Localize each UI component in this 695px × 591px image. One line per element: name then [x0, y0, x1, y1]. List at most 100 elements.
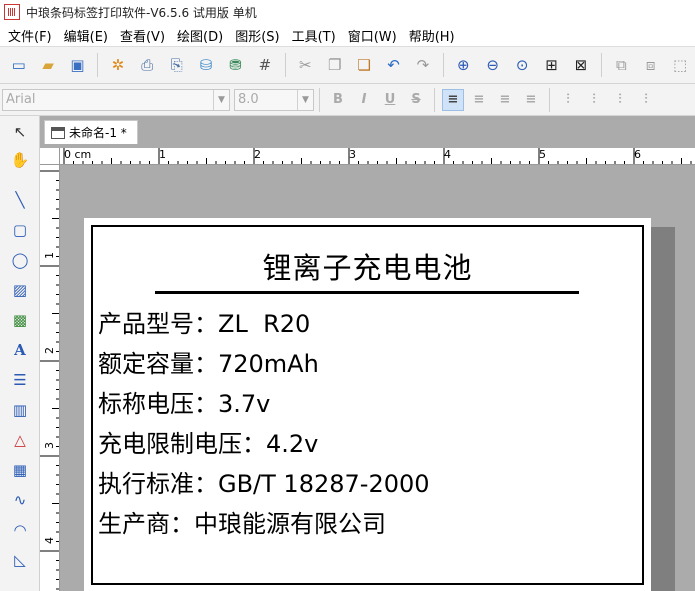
ruler-label: 1	[43, 252, 56, 259]
zoom-out-icon[interactable]: ⊖	[481, 53, 504, 77]
grid-icon[interactable]: #	[253, 53, 276, 77]
chevron-down-icon[interactable]: ▼	[213, 89, 229, 110]
menu-shape[interactable]: 图形(S)	[231, 26, 283, 45]
document-icon	[51, 126, 65, 139]
select-pointer-icon[interactable]: ↖	[8, 120, 32, 144]
toolbar-separator	[319, 87, 320, 112]
ruler-label: 3	[349, 148, 356, 161]
menu-tools[interactable]: 工具(T)	[288, 26, 340, 45]
database-icon[interactable]: ⛁	[194, 53, 217, 77]
ruler-label: 2	[254, 148, 261, 161]
label-text-capacity[interactable]: 额定容量：720mAh	[98, 349, 319, 379]
ungroup-icon[interactable]: ⧈	[639, 53, 662, 77]
menu-view[interactable]: 查看(V)	[116, 26, 169, 45]
align-objects-bottom-icon[interactable]: ⫶	[635, 89, 657, 111]
vertical-ruler: 1 2 3 4	[40, 165, 60, 591]
image-tool-icon[interactable]: ▨	[8, 278, 32, 302]
document-area: 未命名-1 * 0 cm 1 2 3 4 5 6 1 2 3 4 锂离子充电电池…	[40, 116, 695, 591]
paste-icon[interactable]: ❏	[352, 53, 375, 77]
group-icon[interactable]: ⧉	[610, 53, 633, 77]
qrcode-tool-icon[interactable]: ▦	[8, 458, 32, 482]
underline-button[interactable]: U	[379, 89, 401, 111]
ruler-label: 0 cm	[64, 148, 92, 161]
copy-icon[interactable]: ❐	[323, 53, 346, 77]
toolbar-separator	[600, 53, 602, 77]
ruler-label: 4	[444, 148, 451, 161]
tab-document[interactable]: 未命名-1 *	[44, 120, 138, 144]
label-text-manufacturer[interactable]: 生产商：中琅能源有限公司	[98, 509, 386, 539]
barcode-tool-icon[interactable]: ▥	[8, 398, 32, 422]
polygon-tool-icon[interactable]: ◺	[8, 548, 32, 572]
database-settings-icon[interactable]: ⛃	[224, 53, 247, 77]
align-objects-center-icon[interactable]: ⫶	[583, 89, 605, 111]
bold-button[interactable]: B	[327, 89, 349, 111]
fit-page-icon[interactable]: ⊞	[540, 53, 563, 77]
horizontal-ruler: 0 cm 1 2 3 4 5 6	[60, 148, 695, 165]
cut-icon[interactable]: ✂	[294, 53, 317, 77]
align-right-icon[interactable]: ≡	[494, 89, 516, 111]
label-text-model[interactable]: 产品型号：ZL R20	[98, 309, 310, 339]
font-family-select[interactable]: Arial ▼	[2, 88, 230, 111]
ruler-ticks	[40, 170, 59, 590]
menu-edit[interactable]: 编辑(E)	[60, 26, 112, 45]
ruler-label: 6	[634, 148, 641, 161]
italic-button[interactable]: I	[353, 89, 375, 111]
line-tool-icon[interactable]: ╲	[8, 188, 32, 212]
open-folder-icon[interactable]: ▰	[36, 53, 59, 77]
curve-tool-icon[interactable]: ∿	[8, 488, 32, 512]
toolbar-separator	[549, 87, 550, 112]
fit-width-icon[interactable]: ⊠	[569, 53, 592, 77]
print-icon[interactable]: ⎙	[136, 53, 159, 77]
label-text-voltage[interactable]: 标称电压：3.7v	[98, 389, 270, 419]
strikethrough-button[interactable]: S	[405, 89, 427, 111]
window-title: 中琅条码标签打印软件-V6.5.6 试用版 单机	[26, 5, 257, 20]
ruler-corner	[40, 148, 60, 165]
chevron-down-icon[interactable]: ▼	[297, 89, 313, 110]
label-border-rectangle[interactable]: 锂离子充电电池 产品型号：ZL R20 额定容量：720mAh 标称电压：3.7…	[91, 225, 644, 585]
design-canvas[interactable]: 锂离子充电电池 产品型号：ZL R20 额定容量：720mAh 标称电压：3.7…	[60, 165, 695, 591]
print-preview-icon[interactable]: ⎘	[165, 53, 188, 77]
ruler-label: 3	[43, 442, 56, 449]
font-size-select[interactable]: 8.0 ▼	[234, 88, 314, 111]
arc-tool-icon[interactable]: ◠	[8, 518, 32, 542]
font-family-value: Arial	[6, 92, 36, 107]
menu-file[interactable]: 文件(F)	[4, 26, 56, 45]
pan-tool-icon[interactable]: ✋	[8, 148, 32, 172]
text-tool-icon[interactable]: A	[8, 338, 32, 362]
label-title-text[interactable]: 锂离子充电电池	[93, 245, 642, 287]
zoom-fit-icon[interactable]: ⊙	[510, 53, 533, 77]
align-justify-icon[interactable]: ≡	[520, 89, 542, 111]
menu-help[interactable]: 帮助(H)	[405, 26, 459, 45]
picture-tool-icon[interactable]: ▩	[8, 308, 32, 332]
new-document-icon[interactable]: ▭	[7, 53, 30, 77]
tool-palette: ↖ ✋ ╲ ▢ ◯ ▨ ▩ A ☰ ▥ △ ▦ ∿ ◠ ◺	[0, 116, 40, 591]
title-bar: 中琅条码标签打印软件-V6.5.6 试用版 单机	[0, 0, 695, 24]
label-paper[interactable]: 锂离子充电电池 产品型号：ZL R20 额定容量：720mAh 标称电压：3.7…	[84, 218, 651, 591]
format-toolbar: Arial ▼ 8.0 ▼ B I U S ≡ ≡ ≡ ≡ ⫶ ⫶ ⫶ ⫶	[0, 84, 695, 116]
ruler-ticks	[63, 148, 692, 164]
redo-icon[interactable]: ↷	[411, 53, 434, 77]
more-icon[interactable]: ⬚	[668, 53, 691, 77]
label-text-charge-limit[interactable]: 充电限制电压：4.2v	[98, 429, 318, 459]
menu-draw[interactable]: 绘图(D)	[173, 26, 227, 45]
label-text-standard[interactable]: 执行标准：GB/T 18287-2000	[98, 469, 430, 499]
align-objects-left-icon[interactable]: ⫶	[557, 89, 579, 111]
save-icon[interactable]: ▣	[66, 53, 89, 77]
menu-window[interactable]: 窗口(W)	[344, 26, 401, 45]
align-left-icon[interactable]: ≡	[442, 88, 464, 111]
menu-bar: 文件(F) 编辑(E) 查看(V) 绘图(D) 图形(S) 工具(T) 窗口(W…	[0, 24, 695, 46]
ellipse-tool-icon[interactable]: ◯	[8, 248, 32, 272]
rich-text-tool-icon[interactable]: ☰	[8, 368, 32, 392]
undo-icon[interactable]: ↶	[382, 53, 405, 77]
main-toolbar: ▭ ▰ ▣ ✲ ⎙ ⎘ ⛁ ⛃ # ✂ ❐ ❏ ↶ ↷ ⊕ ⊖ ⊙ ⊞ ⊠ ⧉ …	[0, 46, 695, 84]
align-center-icon[interactable]: ≡	[468, 89, 490, 111]
title-underline[interactable]	[155, 291, 579, 294]
align-objects-top-icon[interactable]: ⫶	[609, 89, 631, 111]
app-logo-icon	[4, 4, 20, 20]
shape-tool-icon[interactable]: △	[8, 428, 32, 452]
font-size-value: 8.0	[238, 92, 259, 107]
ruler-label: 2	[43, 347, 56, 354]
settings-gear-icon[interactable]: ✲	[106, 53, 129, 77]
zoom-in-icon[interactable]: ⊕	[452, 53, 475, 77]
rectangle-tool-icon[interactable]: ▢	[8, 218, 32, 242]
